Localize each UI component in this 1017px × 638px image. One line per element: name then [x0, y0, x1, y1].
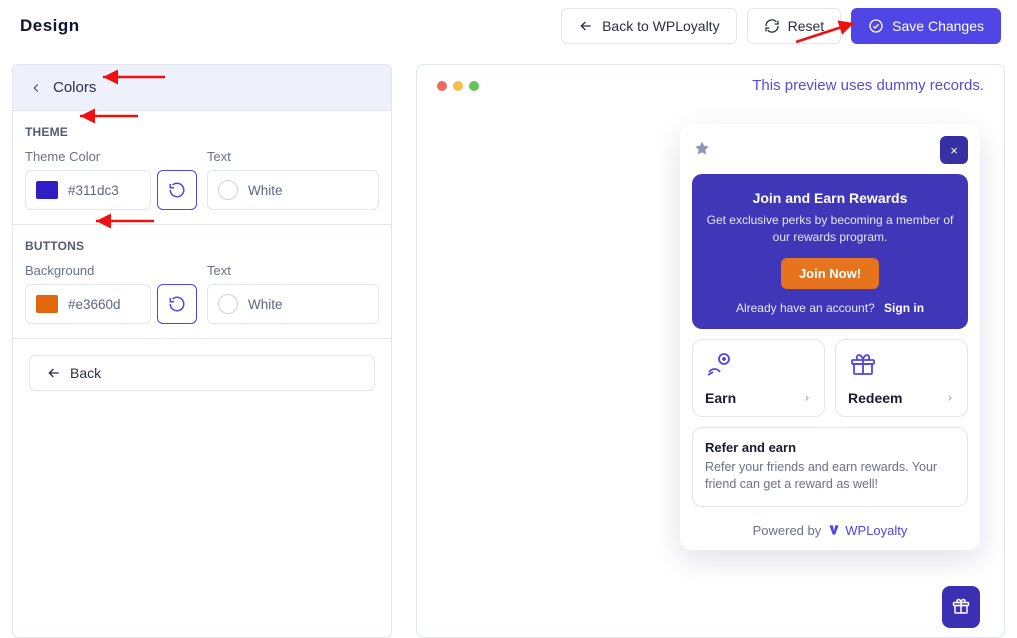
save-changes-label: Save Changes	[892, 18, 984, 34]
back-label: Back	[70, 365, 101, 381]
button-text-swatch	[218, 294, 238, 314]
window-traffic-lights	[437, 81, 479, 91]
widget-hero: Join and Earn Rewards Get exclusive perk…	[692, 174, 968, 329]
colors-panel: Colors THEME Theme Color #311dc3 Text	[12, 64, 392, 638]
traffic-min-icon	[453, 81, 463, 91]
redeem-label: Redeem	[848, 390, 902, 406]
earn-label: Earn	[705, 390, 736, 406]
back-to-wployalty-button[interactable]: Back to WPLoyalty	[561, 8, 737, 44]
refer-card[interactable]: Refer and earn Refer your friends and ea…	[692, 427, 968, 507]
powered-by: Powered by WPLoyalty	[692, 523, 968, 538]
arrow-left-icon	[578, 18, 594, 34]
button-text-value: White	[248, 297, 283, 312]
widget-logo-icon	[692, 140, 712, 160]
close-icon: ×	[950, 143, 958, 158]
panel-header[interactable]: Colors	[13, 65, 391, 111]
theme-section-label: THEME	[13, 111, 391, 141]
undo-icon	[168, 181, 186, 199]
theme-color-value: #311dc3	[68, 183, 119, 198]
theme-color-field-label: Theme Color	[25, 149, 197, 164]
theme-color-swatch	[36, 181, 58, 199]
theme-color-input[interactable]: #311dc3	[25, 170, 151, 210]
refer-subtitle: Refer your friends and earn rewards. You…	[705, 459, 955, 494]
button-bg-reset-button[interactable]	[157, 284, 197, 324]
theme-text-value: White	[248, 183, 283, 198]
theme-color-reset-button[interactable]	[157, 170, 197, 210]
buttons-section-label: BUTTONS	[13, 225, 391, 255]
reset-label: Reset	[788, 18, 825, 34]
chevron-right-icon	[802, 393, 812, 403]
earn-tile[interactable]: Earn	[692, 339, 825, 417]
button-text-field-label: Text	[207, 263, 379, 278]
preview-frame: This preview uses dummy records. × Join …	[416, 64, 1005, 638]
gift-icon	[848, 352, 878, 378]
widget-close-button[interactable]: ×	[940, 136, 968, 164]
chevron-right-icon	[945, 393, 955, 403]
gift-icon	[952, 598, 970, 616]
refer-title: Refer and earn	[705, 440, 955, 455]
traffic-close-icon	[437, 81, 447, 91]
save-changes-button[interactable]: Save Changes	[851, 8, 1001, 44]
hero-title: Join and Earn Rewards	[706, 190, 954, 206]
refresh-icon	[764, 18, 780, 34]
wployalty-logo-icon	[827, 523, 841, 537]
arrow-left-icon	[46, 365, 62, 381]
back-to-wployalty-label: Back to WPLoyalty	[602, 18, 720, 34]
button-bg-field-label: Background	[25, 263, 197, 278]
button-bg-value: #e3660d	[68, 297, 121, 312]
check-circle-icon	[868, 18, 884, 34]
button-bg-swatch	[36, 295, 58, 313]
page-title: Design	[20, 16, 80, 36]
earn-icon	[705, 352, 735, 378]
button-text-input[interactable]: White	[207, 284, 379, 324]
back-button[interactable]: Back	[29, 355, 375, 391]
preview-note: This preview uses dummy records.	[752, 77, 984, 94]
hero-subtitle: Get exclusive perks by becoming a member…	[706, 212, 954, 246]
panel-title: Colors	[53, 79, 96, 96]
powered-prefix: Powered by	[753, 523, 822, 538]
signin-link[interactable]: Sign in	[884, 301, 924, 315]
button-bg-input[interactable]: #e3660d	[25, 284, 151, 324]
traffic-max-icon	[469, 81, 479, 91]
widget-launcher-button[interactable]	[942, 586, 980, 628]
chevron-left-icon	[29, 81, 43, 95]
reset-button[interactable]: Reset	[747, 8, 842, 44]
theme-text-swatch	[218, 180, 238, 200]
redeem-tile[interactable]: Redeem	[835, 339, 968, 417]
undo-icon	[168, 295, 186, 313]
loyalty-widget: × Join and Earn Rewards Get exclusive pe…	[680, 124, 980, 550]
theme-text-field-label: Text	[207, 149, 379, 164]
signin-prompt: Already have an account?	[736, 301, 875, 315]
powered-brand: WPLoyalty	[845, 523, 907, 538]
theme-text-input[interactable]: White	[207, 170, 379, 210]
join-now-button[interactable]: Join Now!	[781, 258, 879, 289]
divider	[13, 338, 391, 339]
